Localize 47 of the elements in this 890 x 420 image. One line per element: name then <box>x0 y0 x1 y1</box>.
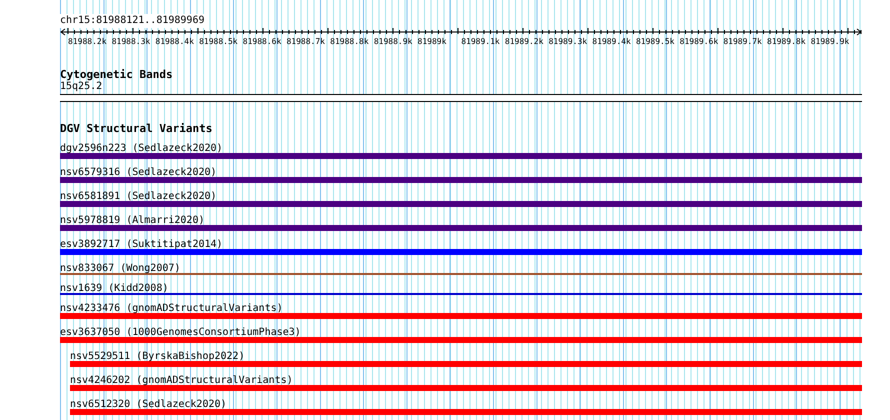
ruler-tick-label: 81988.8k <box>330 36 370 48</box>
ruler-tick-label: 81988.2k <box>68 36 108 48</box>
variant-bar[interactable] <box>70 409 862 415</box>
variant-bar[interactable] <box>70 361 862 367</box>
variant-bar[interactable] <box>60 249 862 255</box>
variant-bar[interactable] <box>60 337 862 343</box>
variant-bar[interactable] <box>70 385 862 391</box>
location-label: chr15:81988121..81989969 <box>60 14 204 28</box>
ruler-tick-label: 81988.5k <box>199 36 239 48</box>
ruler-tick-label: 81988.3k <box>112 36 152 48</box>
ruler-tick-label: 81988.4k <box>155 36 195 48</box>
variant-label: nsv6512320 (Sedlazeck2020) <box>70 399 227 410</box>
variant-bar[interactable] <box>60 153 862 159</box>
variant-line[interactable] <box>60 293 862 295</box>
variant-label: nsv5978819 (Almarri2020) <box>60 215 204 226</box>
variant-label: nsv4246202 (gnomADStructuralVariants) <box>70 375 293 386</box>
ruler-tick-label: 81989k <box>418 36 448 48</box>
variant-label: nsv5529511 (ByrskaBishop2022) <box>70 351 245 362</box>
ruler-tick-label: 81989.8k <box>767 36 807 48</box>
variant-label: nsv6581891 (Sedlazeck2020) <box>60 191 217 202</box>
ruler-tick-label: 81989.3k <box>548 36 588 48</box>
variant-label: nsv6579316 (Sedlazeck2020) <box>60 167 217 178</box>
ruler-tick-label: 81989.6k <box>680 36 720 48</box>
ruler-tick-label: 81989.5k <box>636 36 676 48</box>
variant-bar[interactable] <box>60 201 862 207</box>
variant-label: nsv1639 (Kidd2008) <box>60 283 168 294</box>
variant-label: nsv4233476 (gnomADStructuralVariants) <box>60 303 283 314</box>
variant-label: nsv833067 (Wong2007) <box>60 263 180 274</box>
variant-label: esv3637050 (1000GenomesConsortiumPhase3) <box>60 327 301 338</box>
ruler-tick-label: 81989.1k <box>461 36 501 48</box>
variant-bar[interactable] <box>60 313 862 319</box>
ruler-tick-label: 81989.2k <box>504 36 544 48</box>
variant-bar[interactable] <box>60 177 862 183</box>
ruler-tick-label: 81988.7k <box>286 36 326 48</box>
variant-line[interactable] <box>60 273 862 275</box>
ruler-tick-label: 81988.9k <box>374 36 414 48</box>
ruler-tick-label: 81989.9k <box>810 36 850 48</box>
track-title: Cytogenetic Bands <box>60 68 174 81</box>
variant-label: dgv2596n223 (Sedlazeck2020) <box>60 143 223 154</box>
ruler-tick-label: 81989.7k <box>723 36 763 48</box>
ruler-arrow-icon <box>60 28 862 36</box>
track-title: DGV Structural Variants <box>60 122 214 135</box>
variant-bar[interactable] <box>60 225 862 231</box>
band-label: 15q25.2 <box>60 81 104 93</box>
ruler-tick-label: 81988.6k <box>242 36 282 48</box>
variant-label: esv3892717 (Suktitipat2014) <box>60 239 223 250</box>
ruler-tick-label: 81989.4k <box>592 36 632 48</box>
